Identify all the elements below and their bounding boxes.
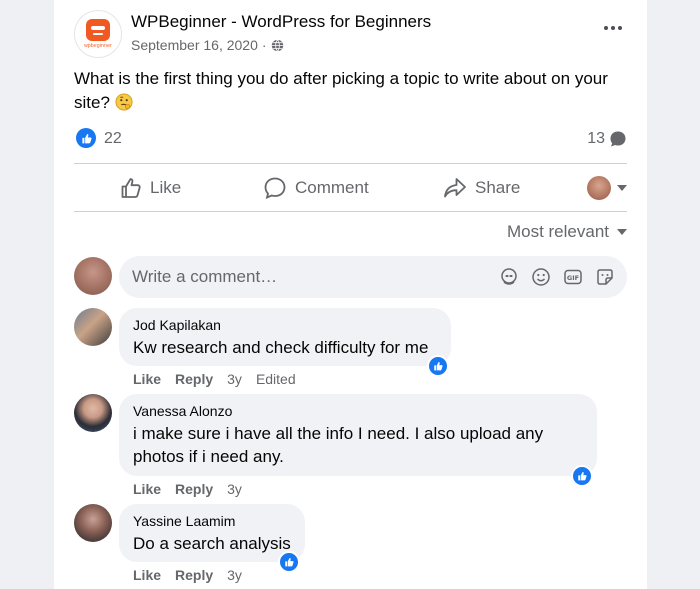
comment-item: Vanessa Alonzo i make sure i have all th… <box>74 394 627 498</box>
caret-down-icon <box>617 229 627 235</box>
comment-time[interactable]: 3y <box>227 370 242 388</box>
post-meta: September 16, 2020 · <box>131 37 284 53</box>
composer-icons: GIF <box>499 267 615 287</box>
sort-label: Most relevant <box>506 222 609 241</box>
comment-input[interactable] <box>132 267 472 287</box>
comment-author[interactable]: Yassine Laamim <box>133 512 292 530</box>
comment-like-button[interactable]: Like <box>133 370 161 388</box>
comment-actions: Like Reply 3y <box>133 480 242 498</box>
comment-reply-button[interactable]: Reply <box>175 566 213 584</box>
dot-icon <box>618 26 622 30</box>
share-button[interactable]: Share <box>443 166 520 210</box>
svg-text:GIF: GIF <box>567 274 579 282</box>
comment-like-reaction-icon[interactable] <box>571 465 593 487</box>
divider <box>74 163 627 164</box>
comment-like-reaction-icon[interactable] <box>278 551 300 573</box>
speech-bubble-icon <box>610 131 626 147</box>
comment-sort-dropdown[interactable]: Most relevant <box>507 222 627 242</box>
dot-icon <box>604 26 608 30</box>
comment-author[interactable]: Vanessa Alonzo <box>133 402 584 420</box>
facebook-post-card: wpbeginner WPBeginner - WordPress for Be… <box>54 0 647 589</box>
comment-count-value: 13 <box>587 130 605 147</box>
comment-text: Do a search analysis <box>133 534 291 553</box>
comment-bubble: Vanessa Alonzo i make sure i have all th… <box>119 394 597 476</box>
comment-actions: Like Reply 3y <box>133 566 242 584</box>
comment-item: Jod Kapilakan Kw research and check diff… <box>74 308 627 390</box>
comment-text: i make sure i have all the info I need. … <box>133 424 544 466</box>
comment-label: Comment <box>295 178 369 197</box>
avatar-caption: wpbeginner <box>84 43 112 49</box>
avatar-sticker-icon[interactable] <box>499 267 519 287</box>
comment-bubble: Yassine Laamim Do a search analysis <box>119 504 305 562</box>
wpbeginner-logo-icon <box>86 19 110 41</box>
comment-time[interactable]: 3y <box>227 480 242 498</box>
edited-label[interactable]: Edited <box>256 370 296 388</box>
post-header: wpbeginner WPBeginner - WordPress for Be… <box>74 8 627 60</box>
comment-icon <box>264 177 286 200</box>
dot-icon <box>611 26 615 30</box>
post-as-selector[interactable] <box>587 176 627 200</box>
reactions-summary: 22 13 <box>74 126 627 152</box>
meta-separator: · <box>261 37 267 53</box>
comment-reply-button[interactable]: Reply <box>175 480 213 498</box>
page-name[interactable]: WPBeginner - WordPress for Beginners <box>131 12 431 32</box>
post-text: What is the first thing you do after pic… <box>74 67 627 115</box>
comment-author[interactable]: Jod Kapilakan <box>133 316 438 334</box>
post-date[interactable]: September 16, 2020 <box>131 37 258 53</box>
globe-icon[interactable] <box>271 39 284 52</box>
sticker-icon[interactable] <box>595 267 615 287</box>
caret-down-icon <box>617 185 627 191</box>
avatar[interactable] <box>74 394 112 432</box>
avatar[interactable] <box>74 504 112 542</box>
gif-icon[interactable]: GIF <box>563 267 583 287</box>
thumbs-up-icon <box>121 178 141 198</box>
post-body: What is the first thing you do after pic… <box>74 69 608 112</box>
avatar <box>74 257 112 295</box>
comment-bubble: Jod Kapilakan Kw research and check diff… <box>119 308 451 366</box>
comment-text: Kw research and check difficulty for me <box>133 338 429 357</box>
share-icon <box>444 178 466 198</box>
avatar <box>587 176 611 200</box>
like-label: Like <box>150 178 182 197</box>
comment-like-reaction-icon[interactable] <box>427 355 449 377</box>
post-actions: Like Comment Share <box>74 166 627 210</box>
comment-button[interactable]: Comment <box>263 166 369 210</box>
like-count[interactable]: 22 <box>104 130 122 148</box>
comment-composer: GIF <box>74 256 627 298</box>
like-button[interactable]: Like <box>120 166 181 210</box>
share-label: Share <box>475 178 521 197</box>
comment-item: Yassine Laamim Do a search analysis Like… <box>74 504 627 589</box>
more-options-button[interactable] <box>599 18 627 38</box>
avatar[interactable] <box>74 308 112 346</box>
comment-time[interactable]: 3y <box>227 566 242 584</box>
comment-count[interactable]: 13 <box>587 130 627 148</box>
emoji-icon[interactable] <box>531 267 551 287</box>
like-reaction-icon[interactable] <box>76 128 96 148</box>
comment-like-button[interactable]: Like <box>133 566 161 584</box>
thinking-face-icon <box>115 93 133 111</box>
divider <box>74 211 627 212</box>
comment-reply-button[interactable]: Reply <box>175 370 213 388</box>
comment-actions: Like Reply 3y Edited <box>133 370 296 388</box>
comment-like-button[interactable]: Like <box>133 480 161 498</box>
comment-box[interactable]: GIF <box>119 256 627 298</box>
page-avatar[interactable]: wpbeginner <box>74 10 122 58</box>
